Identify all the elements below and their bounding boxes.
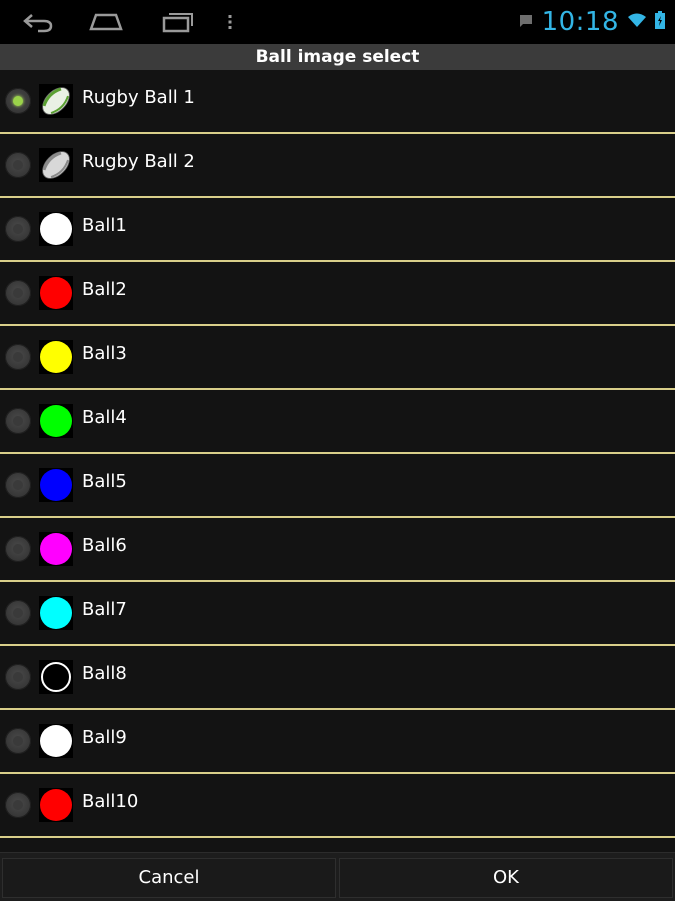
list-item[interactable]: Ball8: [0, 646, 675, 710]
cancel-button[interactable]: Cancel: [2, 858, 336, 898]
list-item-label: Rugby Ball 1: [82, 87, 195, 108]
ok-button[interactable]: OK: [339, 858, 673, 898]
ball-swatch: [40, 725, 72, 757]
list-item-label: Ball6: [82, 535, 127, 556]
list-item-label: Ball7: [82, 599, 127, 620]
ball-swatch: [40, 597, 72, 629]
radio-dot: [13, 352, 23, 362]
list-item-label: Ball3: [82, 343, 127, 364]
list-item-label: Rugby Ball 2: [82, 151, 195, 172]
list-item[interactable]: Ball1: [0, 198, 675, 262]
list-item[interactable]: Ball10: [0, 774, 675, 838]
radio-button[interactable]: [5, 600, 31, 626]
ball-swatch: [40, 533, 72, 565]
ball-swatch: [40, 469, 72, 501]
system-bar: 10:18: [0, 0, 675, 44]
list-item-label: Ball4: [82, 407, 127, 428]
list-item[interactable]: Ball2: [0, 262, 675, 326]
list-item[interactable]: Ball7: [0, 582, 675, 646]
radio-dot: [13, 96, 23, 106]
list-item-label: Ball10: [82, 791, 139, 812]
radio-dot: [13, 736, 23, 746]
radio-button[interactable]: [5, 408, 31, 434]
radio-dot: [13, 608, 23, 618]
radio-button-checked[interactable]: [5, 88, 31, 114]
list-item[interactable]: Rugby Ball 1: [0, 70, 675, 134]
list-item-label: Ball5: [82, 471, 127, 492]
ball-swatch: [40, 277, 72, 309]
radio-button[interactable]: [5, 664, 31, 690]
list-item-label: Ball8: [82, 663, 127, 684]
status-icons: 10:18: [518, 0, 665, 44]
radio-button[interactable]: [5, 728, 31, 754]
radio-dot: [13, 672, 23, 682]
ball-swatch: [40, 341, 72, 373]
radio-button[interactable]: [5, 216, 31, 242]
radio-button[interactable]: [5, 536, 31, 562]
ball-icon: [39, 404, 73, 438]
list-item[interactable]: Ball9: [0, 710, 675, 774]
battery-icon: [655, 11, 665, 33]
recents-icon[interactable]: [158, 8, 198, 36]
overflow-menu-icon[interactable]: [222, 8, 238, 36]
list-item[interactable]: Ball6: [0, 518, 675, 582]
ball-option-list[interactable]: Rugby Ball 1 Rugby Ball 2 Ball1 Ball2 Ball3 B…: [0, 70, 675, 852]
ball-icon: [39, 212, 73, 246]
ball-icon: [39, 340, 73, 374]
back-arrow-icon[interactable]: [18, 8, 58, 36]
dialog-button-bar: Cancel OK: [0, 852, 675, 901]
list-item[interactable]: Ball4: [0, 390, 675, 454]
radio-dot: [13, 800, 23, 810]
radio-button[interactable]: [5, 792, 31, 818]
ball-swatch: [40, 789, 72, 821]
ball-icon: [39, 532, 73, 566]
ball-icon: [39, 596, 73, 630]
rugby-ball-icon: [39, 148, 73, 182]
ball-icon: [39, 276, 73, 310]
radio-button[interactable]: [5, 280, 31, 306]
radio-button[interactable]: [5, 152, 31, 178]
radio-dot: [13, 544, 23, 554]
home-icon[interactable]: [86, 8, 126, 36]
ball-icon: [39, 788, 73, 822]
ball-icon: [39, 724, 73, 758]
ball-icon: [39, 660, 73, 694]
list-item[interactable]: Ball5: [0, 454, 675, 518]
list-item[interactable]: Rugby Ball 2: [0, 134, 675, 198]
radio-dot: [13, 288, 23, 298]
radio-dot: [13, 416, 23, 426]
notification-icon: [518, 13, 534, 32]
dialog-title: Ball image select: [0, 44, 675, 70]
ball-icon: [39, 468, 73, 502]
ball-swatch: [40, 213, 72, 245]
radio-dot: [13, 160, 23, 170]
list-item[interactable]: [0, 838, 675, 852]
ball-swatch: [41, 662, 71, 692]
list-item[interactable]: Ball3: [0, 326, 675, 390]
radio-dot: [13, 480, 23, 490]
list-item-label: Ball9: [82, 727, 127, 748]
radio-button[interactable]: [5, 344, 31, 370]
list-item-label: Ball1: [82, 215, 127, 236]
rugby-ball-icon: [39, 84, 73, 118]
ball-swatch: [40, 405, 72, 437]
radio-dot: [13, 224, 23, 234]
list-item-label: Ball2: [82, 279, 127, 300]
radio-button[interactable]: [5, 472, 31, 498]
wifi-icon: [627, 12, 647, 32]
clock: 10:18: [541, 7, 619, 37]
